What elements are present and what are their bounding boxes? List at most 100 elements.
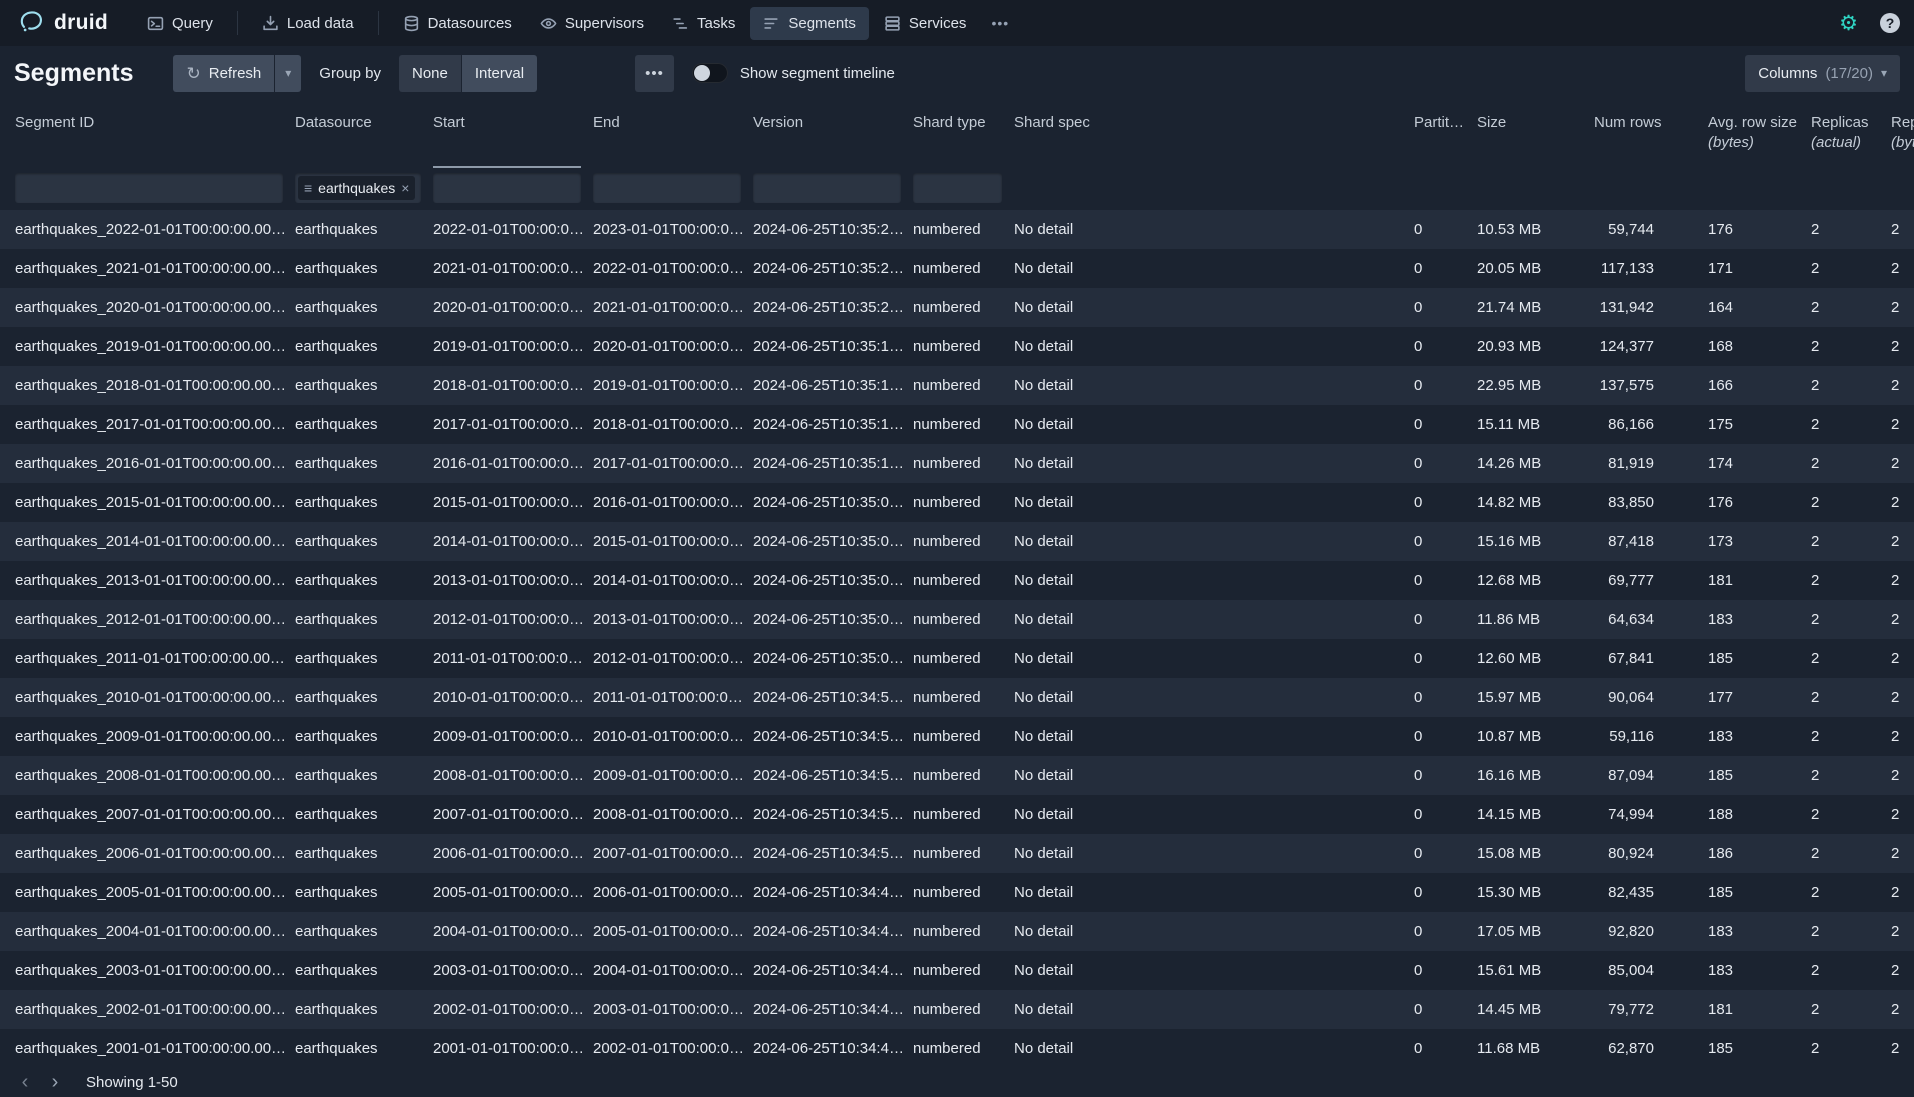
table-row: earthquakes_2007-01-01T00:00:00.00…earth…: [0, 795, 1914, 834]
cell-segment-id: earthquakes_2003-01-01T00:00:00.00…: [15, 951, 295, 990]
column-header-replicas[interactable]: Replicas(actual): [1811, 100, 1891, 168]
nav-item-load-data[interactable]: Load data: [249, 7, 367, 40]
table-row: earthquakes_2015-01-01T00:00:00.00…earth…: [0, 483, 1914, 522]
filter-input-segment-id[interactable]: [15, 173, 283, 203]
cell-size: 14.26 MB: [1477, 444, 1594, 483]
cell-shard-spec: No detail: [1014, 834, 1414, 873]
chevron-right-icon: ›: [52, 1071, 59, 1094]
toggle-track[interactable]: [692, 63, 728, 83]
filter-input-start[interactable]: [433, 173, 581, 203]
cell-shard-type: numbered: [913, 249, 1014, 288]
filter-input-version[interactable]: [753, 173, 901, 203]
table-row: earthquakes_2020-01-01T00:00:00.00…earth…: [0, 288, 1914, 327]
cell-shard-type: numbered: [913, 405, 1014, 444]
help-icon[interactable]: ?: [1880, 13, 1900, 33]
column-header-avg-row-size[interactable]: Avg. row size(bytes): [1708, 100, 1811, 168]
column-header-shard-spec[interactable]: Shard spec: [1014, 100, 1414, 168]
table-row: earthquakes_2004-01-01T00:00:00.00…earth…: [0, 912, 1914, 951]
cell-start: 2014-01-01T00:00:0…: [433, 522, 593, 561]
column-header-replicated-size[interactable]: Replicated size(bytes): [1891, 100, 1914, 168]
column-header-segment-id[interactable]: Segment ID: [15, 100, 295, 168]
cell-avg-row-size: 183: [1708, 951, 1811, 990]
column-header-end[interactable]: End: [593, 100, 753, 168]
columns-button[interactable]: Columns (17/20) ▾: [1745, 55, 1900, 92]
cell-replicas: 2: [1811, 756, 1891, 795]
nav-more-button[interactable]: •••: [981, 7, 1019, 39]
druid-logo-icon: [18, 7, 45, 39]
cell-num-rows: 62,870: [1594, 1029, 1708, 1068]
cell-replicas: 2: [1811, 522, 1891, 561]
nav-item-datasources[interactable]: Datasources: [390, 7, 525, 40]
cell-shard-type: numbered: [913, 1029, 1014, 1068]
cell-num-rows: 64,634: [1594, 600, 1708, 639]
nav-item-query[interactable]: Query: [134, 7, 226, 40]
nav-item-segments[interactable]: Segments: [750, 7, 869, 40]
cell-avg-row-size: 177: [1708, 678, 1811, 717]
cell-replicated-size: 2: [1891, 444, 1914, 483]
column-header-start[interactable]: Start: [433, 100, 593, 168]
refresh-caret-button[interactable]: ▾: [275, 55, 301, 92]
nav-item-services[interactable]: Services: [871, 7, 980, 40]
datasource-filter-input[interactable]: ≡earthquakes×: [295, 173, 421, 203]
cell-end: 2013-01-01T00:00:0…: [593, 600, 753, 639]
cell-avg-row-size: 186: [1708, 834, 1811, 873]
cell-datasource: earthquakes: [295, 483, 433, 522]
next-page-button[interactable]: ›: [40, 1070, 70, 1096]
column-header-num-rows[interactable]: Num rows: [1594, 100, 1708, 168]
cell-shard-type: numbered: [913, 990, 1014, 1029]
cell-partition: 0: [1414, 366, 1477, 405]
nav-item-tasks[interactable]: Tasks: [659, 7, 748, 40]
cell-start: 2001-01-01T00:00:0…: [433, 1029, 593, 1068]
nav-item-supervisors[interactable]: Supervisors: [527, 7, 657, 40]
column-header-datasource[interactable]: Datasource: [295, 100, 433, 168]
nav-right: ⚙ ?: [1833, 12, 1900, 35]
group-by-none-label: None: [412, 65, 448, 82]
cell-end: 2004-01-01T00:00:0…: [593, 951, 753, 990]
filter-input-shard-type[interactable]: [913, 173, 1002, 203]
cell-end: 2022-01-01T00:00:0…: [593, 249, 753, 288]
cell-replicated-size: 2: [1891, 834, 1914, 873]
cell-segment-id: earthquakes_2021-01-01T00:00:00.00…: [15, 249, 295, 288]
cell-num-rows: 117,133: [1594, 249, 1708, 288]
group-by-none-button[interactable]: None: [399, 55, 461, 92]
group-by-interval-button[interactable]: Interval: [462, 55, 537, 92]
cell-size: 14.45 MB: [1477, 990, 1594, 1029]
cell-segment-id: earthquakes_2022-01-01T00:00:00.00…: [15, 210, 295, 249]
column-header-partition[interactable]: Partition: [1414, 100, 1477, 168]
cell-shard-spec: No detail: [1014, 873, 1414, 912]
cell-segment-id: earthquakes_2004-01-01T00:00:00.00…: [15, 912, 295, 951]
chevron-down-icon: ▾: [285, 67, 291, 79]
cell-segment-id: earthquakes_2014-01-01T00:00:00.00…: [15, 522, 295, 561]
cell-size: 10.87 MB: [1477, 717, 1594, 756]
cell-shard-type: numbered: [913, 834, 1014, 873]
cell-end: 2005-01-01T00:00:0…: [593, 912, 753, 951]
cell-avg-row-size: 164: [1708, 288, 1811, 327]
eye-icon: [540, 15, 557, 32]
cell-version: 2024-06-25T10:34:5…: [753, 756, 913, 795]
cell-size: 17.05 MB: [1477, 912, 1594, 951]
filter-input-end[interactable]: [593, 173, 741, 203]
column-header-size[interactable]: Size: [1477, 100, 1594, 168]
column-header-shard-type[interactable]: Shard type: [913, 100, 1014, 168]
segment-timeline-toggle[interactable]: Show segment timeline: [692, 63, 895, 83]
more-options-button[interactable]: •••: [635, 55, 674, 92]
druid-logo[interactable]: druid: [18, 7, 108, 39]
cell-shard-spec: No detail: [1014, 717, 1414, 756]
table-row: earthquakes_2016-01-01T00:00:00.00…earth…: [0, 444, 1914, 483]
column-header-version[interactable]: Version: [753, 100, 913, 168]
cell-shard-spec: No detail: [1014, 990, 1414, 1029]
refresh-button[interactable]: ↻ Refresh: [173, 55, 274, 92]
cell-replicated-size: 2: [1891, 795, 1914, 834]
cell-size: 12.68 MB: [1477, 561, 1594, 600]
cell-shard-type: numbered: [913, 210, 1014, 249]
cell-shard-type: numbered: [913, 327, 1014, 366]
cell-segment-id: earthquakes_2015-01-01T00:00:00.00…: [15, 483, 295, 522]
cell-segment-id: earthquakes_2002-01-01T00:00:00.00…: [15, 990, 295, 1029]
remove-filter-button[interactable]: ×: [401, 180, 409, 196]
nav-divider: [237, 11, 238, 35]
prev-page-button[interactable]: ‹: [10, 1070, 40, 1096]
cell-replicas: 2: [1811, 249, 1891, 288]
cell-avg-row-size: 181: [1708, 561, 1811, 600]
cell-shard-spec: No detail: [1014, 756, 1414, 795]
settings-gear-icon[interactable]: ⚙: [1833, 12, 1864, 35]
